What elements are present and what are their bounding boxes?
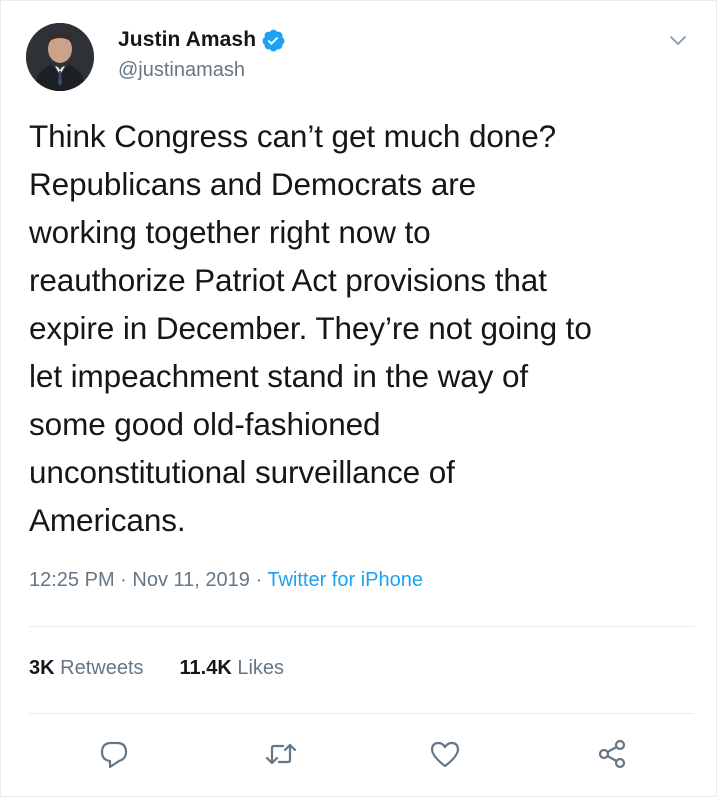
tweet-card: Justin Amash @justinamash Think Congress… (0, 0, 717, 797)
share-button[interactable] (594, 736, 630, 772)
tweet-source-link[interactable]: Twitter for iPhone (267, 569, 423, 591)
more-options-caret[interactable] (667, 29, 689, 51)
divider (29, 626, 694, 627)
likes-stat[interactable]: 11.4K Likes (180, 657, 285, 680)
likes-label: Likes (237, 657, 285, 679)
display-name-row: Justin Amash (118, 25, 286, 55)
meta-separator: · (255, 569, 263, 591)
divider (29, 713, 694, 714)
handle[interactable]: @justinamash (118, 59, 286, 82)
like-icon (430, 741, 460, 768)
verified-badge-icon (262, 29, 285, 51)
tweet-time[interactable]: 12:25 PM (29, 569, 115, 591)
likes-count: 11.4K (179, 657, 232, 679)
chevron-down-icon (670, 36, 686, 45)
retweets-stat[interactable]: 3K Retweets (29, 657, 144, 680)
like-button[interactable] (427, 736, 463, 772)
tweet-text: Think Congress can’t get much done? Repu… (29, 118, 592, 538)
tweet-date[interactable]: Nov 11, 2019 (132, 569, 250, 591)
retweets-count: 3K (29, 657, 55, 679)
action-bar (1, 736, 717, 776)
reply-button[interactable] (96, 736, 132, 772)
avatar[interactable] (26, 23, 94, 91)
tweet-stats: 3K Retweets 11.4K Likes (29, 657, 284, 680)
share-icon (598, 739, 626, 769)
tweet-header: Justin Amash @justinamash (23, 23, 695, 93)
retweet-button[interactable] (263, 736, 299, 772)
reply-icon (100, 741, 128, 769)
display-name[interactable]: Justin Amash (118, 28, 256, 52)
retweets-label: Retweets (60, 657, 144, 679)
author-info: Justin Amash @justinamash (118, 25, 286, 82)
meta-separator: · (120, 569, 127, 591)
tweet-meta: 12:25 PM · Nov 11, 2019 · Twitter for iP… (29, 569, 423, 592)
profile-photo-icon (26, 23, 94, 91)
retweet-icon (265, 743, 297, 765)
